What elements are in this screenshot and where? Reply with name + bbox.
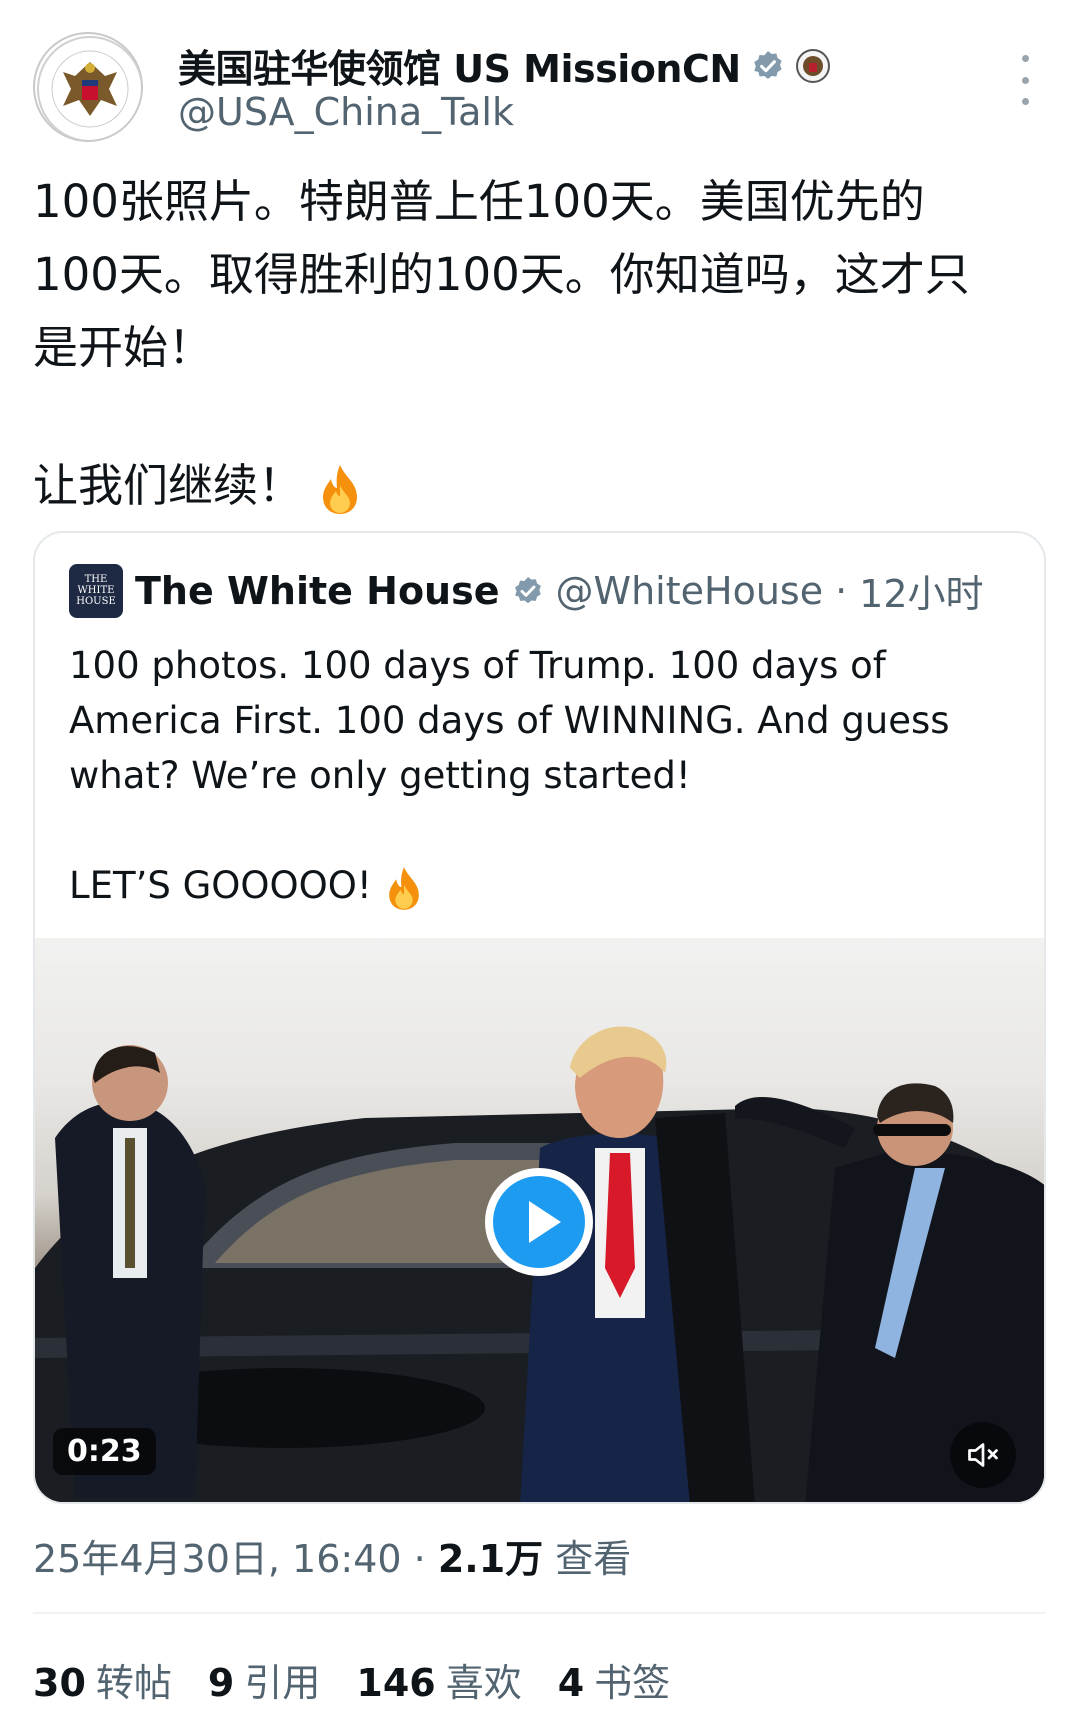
fire-emoji-icon (388, 866, 419, 910)
tweet-text: 100张照片。特朗普上任100天。美国优先的 100天。取得胜利的100天。你知… (33, 165, 1043, 522)
muted-speaker-icon (968, 1443, 998, 1467)
tweet-text-line: 100张照片。特朗普上任100天。美国优先的 (33, 175, 925, 228)
separator-dot: · (835, 568, 848, 613)
verified-badge-icon (514, 576, 541, 603)
quoted-tweet-text: 100 photos. 100 days of Trump. 100 days … (69, 638, 1029, 913)
account-avatar[interactable] (33, 32, 143, 142)
mute-button[interactable] (950, 1422, 1016, 1488)
quoted-handle[interactable]: @WhiteHouse (556, 569, 824, 613)
tweet-text-line: 是开始！ (33, 321, 214, 374)
quote-count[interactable]: 9 引用 (208, 1652, 320, 1707)
account-handle[interactable]: @USA_China_Talk (178, 90, 514, 134)
quoted-display-name[interactable]: The White House (135, 569, 500, 613)
play-icon (493, 1176, 585, 1268)
separator-dot: · (413, 1537, 426, 1581)
quoted-text-line: what? We’re only getting started! (69, 754, 691, 797)
display-name[interactable]: 美国驻华使领馆 US MissionCN (178, 38, 741, 93)
tweet-date[interactable]: 25年4月30日, 16:40 (33, 1537, 402, 1581)
bookmark-count[interactable]: 4 书签 (558, 1652, 670, 1707)
government-seal-icon (795, 48, 830, 83)
quoted-timestamp[interactable]: 12小时 (859, 563, 983, 618)
tweet-meta: 25年4月30日, 16:40 · 2.1万 查看 (33, 1528, 631, 1583)
verified-badge-icon (753, 50, 782, 79)
retweet-count[interactable]: 30 转帖 (33, 1652, 172, 1707)
engagement-stats: 30 转帖 9 引用 146 喜欢 4 书签 (33, 1652, 670, 1707)
white-house-logo[interactable]: THE WHITE HOUSE (69, 563, 123, 618)
quoted-text-line: LET’S GOOOOO! (69, 858, 1029, 913)
view-label: 查看 (555, 1537, 632, 1581)
more-options-icon[interactable] (1010, 55, 1040, 105)
view-count: 2.1万 (437, 1537, 544, 1581)
tweet-text-line: 100天。取得胜利的100天。你知道吗，这才只 (33, 248, 970, 301)
fire-emoji-icon (323, 465, 358, 514)
video-duration: 0:23 (53, 1428, 156, 1475)
tweet-text-line: 让我们继续！ (33, 449, 1043, 522)
play-button[interactable] (485, 1168, 593, 1276)
quoted-tweet-card[interactable]: THE WHITE HOUSE The White House @WhiteHo… (33, 531, 1046, 1504)
video-player[interactable]: 0:23 (35, 938, 1044, 1502)
tweet-header: 美国驻华使领馆 US MissionCN @USA_China_Talk (0, 0, 1080, 150)
quoted-text-line: 100 photos. 100 days of Trump. 100 days … (69, 644, 886, 687)
like-count[interactable]: 146 喜欢 (356, 1652, 521, 1707)
divider (33, 1612, 1046, 1614)
quoted-text-line: America First. 100 days of WINNING. And … (69, 699, 950, 742)
